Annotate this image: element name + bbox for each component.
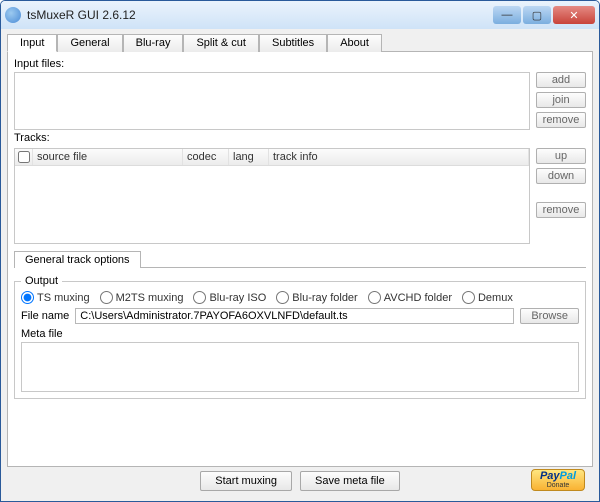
up-button[interactable]: up [536,148,586,164]
output-group: Output TS muxing M2TS muxing Blu-ray ISO… [14,275,586,399]
tracks-label: Tracks: [14,132,586,144]
radio-ts[interactable]: TS muxing [21,291,90,304]
minimize-button[interactable]: — [493,6,521,24]
output-legend: Output [21,275,62,287]
join-button[interactable]: join [536,92,586,108]
bottom-bar: Start muxing Save meta file PayPal Donat… [7,467,593,495]
tab-subtitles[interactable]: Subtitles [259,34,327,52]
radio-avchd[interactable]: AVCHD folder [368,291,452,304]
remove-file-button[interactable]: remove [536,112,586,128]
app-window: tsMuxeR GUI 2.6.12 — ▢ ✕ Input General B… [0,0,600,502]
title-bar[interactable]: tsMuxeR GUI 2.6.12 — ▢ ✕ [1,1,599,29]
col-codec[interactable]: codec [183,149,229,165]
radio-ts-input[interactable] [21,291,34,304]
spacer [536,188,586,198]
start-muxing-button[interactable]: Start muxing [200,471,292,491]
col-lang[interactable]: lang [229,149,269,165]
radio-iso[interactable]: Blu-ray ISO [193,291,266,304]
browse-button[interactable]: Browse [520,308,579,324]
maximize-button[interactable]: ▢ [523,6,551,24]
output-radios: TS muxing M2TS muxing Blu-ray ISO Blu-ra… [21,291,579,304]
track-options-tabs: General track options [14,250,586,267]
select-all-checkbox[interactable] [18,151,30,163]
content-area: Input General Blu-ray Split & cut Subtit… [1,29,599,501]
radio-avchd-input[interactable] [368,291,381,304]
tab-page-input: Input files: add join remove Tracks: sou… [7,51,593,467]
radio-m2ts[interactable]: M2TS muxing [100,291,184,304]
tab-general-track-options[interactable]: General track options [14,251,141,268]
tab-general[interactable]: General [57,34,122,52]
tracks-listview[interactable]: source file codec lang track info [14,148,530,244]
radio-bdfolder[interactable]: Blu-ray folder [276,291,357,304]
meta-file-box[interactable] [21,342,579,392]
input-files-label: Input files: [14,58,586,70]
donate-label: Donate [547,482,570,489]
remove-track-button[interactable]: remove [536,202,586,218]
save-meta-button[interactable]: Save meta file [300,471,400,491]
paypal-logo: PayPal [540,471,576,482]
radio-iso-input[interactable] [193,291,206,304]
input-files-list[interactable] [14,72,530,130]
col-checkbox[interactable] [15,149,33,165]
meta-file-label: Meta file [21,328,579,340]
radio-demux-input[interactable] [462,291,475,304]
file-name-label: File name [21,310,69,322]
tracks-header: source file codec lang track info [15,149,529,166]
radio-m2ts-input[interactable] [100,291,113,304]
window-title: tsMuxeR GUI 2.6.12 [27,8,493,22]
radio-bdfolder-input[interactable] [276,291,289,304]
tab-about[interactable]: About [327,34,382,52]
tab-bluray[interactable]: Blu-ray [123,34,184,52]
file-name-input[interactable] [75,308,514,324]
app-icon [5,7,21,23]
tab-split[interactable]: Split & cut [183,34,259,52]
col-trackinfo[interactable]: track info [269,149,529,165]
close-button[interactable]: ✕ [553,6,595,24]
add-button[interactable]: add [536,72,586,88]
col-source[interactable]: source file [33,149,183,165]
tab-input[interactable]: Input [7,34,57,52]
down-button[interactable]: down [536,168,586,184]
paypal-donate-button[interactable]: PayPal Donate [531,469,585,491]
main-tabs: Input General Blu-ray Split & cut Subtit… [7,33,593,51]
radio-demux[interactable]: Demux [462,291,513,304]
